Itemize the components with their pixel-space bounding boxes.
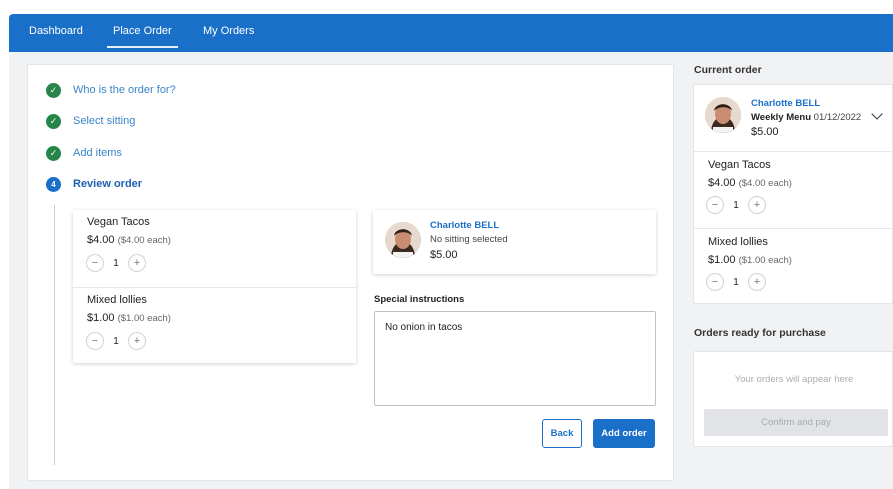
sitting-text: No sitting selected: [430, 234, 508, 245]
step-label: Add items: [73, 147, 122, 159]
order-total: $5.00: [751, 126, 779, 138]
item-name: Vegan Tacos: [708, 159, 771, 171]
back-button[interactable]: Back: [542, 419, 582, 448]
review-items-list: Vegan Tacos $4.00 ($4.00 each) − 1 + Mix…: [73, 210, 356, 363]
step-label: Review order: [73, 178, 143, 190]
check-circle-icon: ✓: [46, 113, 61, 129]
increase-button[interactable]: +: [128, 254, 146, 272]
item-price: $4.00 ($4.00 each): [87, 234, 171, 246]
increase-button[interactable]: +: [748, 196, 766, 214]
quantity-value: 1: [733, 276, 739, 288]
orders-ready-title: Orders ready for purchase: [694, 327, 826, 339]
quantity-stepper: − 1 +: [706, 196, 766, 214]
step-sitting[interactable]: ✓ Select sitting: [46, 112, 135, 130]
person-name[interactable]: Charlotte BELL: [751, 98, 820, 109]
order-wizard-card: ✓ Who is the order for? ✓ Select sitting…: [27, 64, 674, 481]
quantity-value: 1: [733, 199, 739, 211]
item-price: $1.00 ($1.00 each): [708, 254, 792, 266]
increase-button[interactable]: +: [748, 273, 766, 291]
current-order-title: Current order: [694, 64, 762, 76]
item-name: Vegan Tacos: [87, 216, 150, 228]
special-instructions-label: Special instructions: [374, 294, 465, 305]
item-name: Mixed lollies: [87, 294, 147, 306]
list-item: Vegan Tacos $4.00 ($4.00 each) − 1 +: [694, 151, 893, 228]
tab-place-order[interactable]: Place Order: [107, 25, 178, 48]
tab-dashboard[interactable]: Dashboard: [29, 25, 83, 37]
quantity-stepper: − 1 +: [86, 332, 146, 350]
add-order-button[interactable]: Add order: [593, 419, 655, 448]
chevron-down-icon[interactable]: [871, 108, 883, 120]
empty-state-text: Your orders will appear here: [734, 374, 854, 385]
decrease-button[interactable]: −: [86, 254, 104, 272]
check-circle-icon: ✓: [46, 82, 61, 98]
person-name[interactable]: Charlotte BELL: [430, 220, 499, 231]
step-label: Who is the order for?: [73, 84, 176, 96]
special-instructions-input[interactable]: No onion in tacos: [374, 311, 656, 406]
top-navigation: Dashboard Place Order My Orders: [9, 14, 893, 52]
current-order-card: Charlotte BELL Weekly Menu 01/12/2022 $5…: [693, 84, 893, 304]
step-who[interactable]: ✓ Who is the order for?: [46, 81, 176, 99]
item-name: Mixed lollies: [708, 236, 768, 248]
step-items[interactable]: ✓ Add items: [46, 144, 122, 162]
avatar: [385, 222, 421, 258]
item-price: $1.00 ($1.00 each): [87, 312, 171, 324]
decrease-button[interactable]: −: [86, 332, 104, 350]
quantity-value: 1: [113, 257, 119, 269]
check-circle-icon: ✓: [46, 145, 61, 161]
quantity-stepper: − 1 +: [86, 254, 146, 272]
decrease-button[interactable]: −: [706, 273, 724, 291]
quantity-stepper: − 1 +: [706, 273, 766, 291]
orders-ready-card: Your orders will appear here Confirm and…: [693, 351, 893, 447]
step-label: Select sitting: [73, 115, 136, 127]
menu-line: Weekly Menu 01/12/2022: [751, 112, 862, 123]
avatar: [705, 97, 741, 133]
item-price: $4.00 ($4.00 each): [708, 177, 792, 189]
list-item: Mixed lollies $1.00 ($1.00 each) − 1 +: [73, 287, 356, 364]
quantity-value: 1: [113, 335, 119, 347]
list-item: Mixed lollies $1.00 ($1.00 each) − 1 +: [694, 228, 893, 305]
tab-my-orders[interactable]: My Orders: [203, 25, 254, 37]
increase-button[interactable]: +: [128, 332, 146, 350]
step-review[interactable]: 4 Review order: [46, 175, 142, 193]
app-window: Dashboard Place Order My Orders ✓ Who is…: [9, 14, 893, 489]
decrease-button[interactable]: −: [706, 196, 724, 214]
confirm-and-pay-button[interactable]: Confirm and pay: [704, 409, 888, 436]
step-connector-line: [54, 205, 55, 465]
order-total: $5.00: [430, 249, 458, 261]
step-number-badge: 4: [46, 176, 61, 192]
person-summary-card: Charlotte BELL No sitting selected $5.00: [373, 210, 656, 274]
list-item: Vegan Tacos $4.00 ($4.00 each) − 1 +: [73, 210, 356, 287]
